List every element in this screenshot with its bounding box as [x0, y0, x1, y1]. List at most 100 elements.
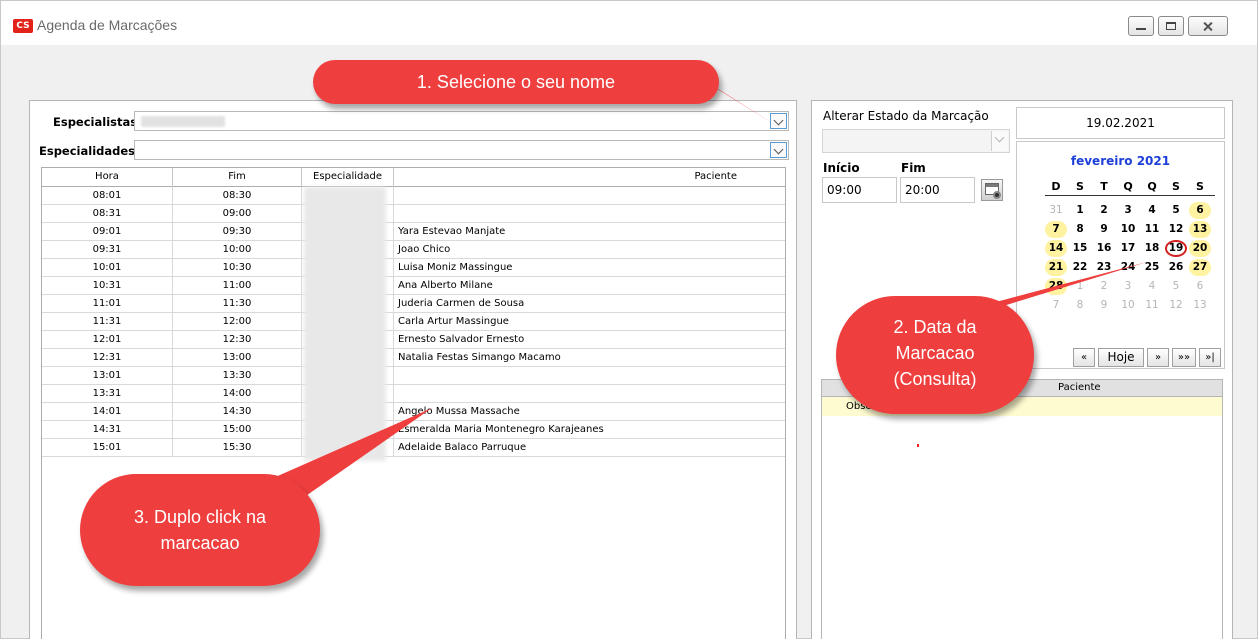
calendar-day[interactable]: 16 [1093, 240, 1115, 257]
table-row[interactable]: 13:31 14:00 [42, 385, 785, 403]
maximize-icon [1166, 22, 1176, 30]
minimize-icon [1136, 21, 1146, 30]
maximize-button[interactable] [1158, 16, 1184, 36]
calendar-today-button[interactable]: Hoje [1098, 348, 1144, 367]
calendar-next-button[interactable]: » [1147, 348, 1169, 367]
chevron-down-icon[interactable] [770, 113, 787, 129]
column-header-paciente-right[interactable]: Paciente [1058, 380, 1101, 396]
month-calendar: fevereiro 2021 DSTQQSS 31 1 2 3 4 5 6 7 8 9 10 11 12… [1016, 141, 1225, 369]
cell-hora: 12:31 [42, 349, 173, 366]
calendar-day[interactable]: 10 [1117, 297, 1139, 314]
calendar-day[interactable]: 13 [1189, 221, 1211, 238]
calendar-day[interactable]: 4 [1141, 278, 1163, 295]
minimize-button[interactable] [1128, 16, 1154, 36]
calendar-day[interactable]: 15 [1069, 240, 1091, 257]
table-row[interactable]: 09:31 10:00 Joao Chico [42, 241, 785, 259]
calendar-day[interactable]: 14 [1045, 240, 1067, 257]
calendar-day[interactable]: 25 [1141, 259, 1163, 276]
calendar-day[interactable]: 9 [1093, 297, 1115, 314]
calendar-day[interactable]: 28 [1045, 278, 1067, 295]
calendar-day[interactable]: 4 [1141, 202, 1163, 219]
calendar-day[interactable]: 24 [1117, 259, 1139, 276]
callout-2-line-2: Marcacao [895, 343, 975, 363]
calendar-settings-button[interactable] [981, 179, 1003, 201]
close-button[interactable] [1188, 16, 1228, 36]
table-row[interactable]: 13:01 13:30 [42, 367, 785, 385]
calendar-day[interactable]: 3 [1117, 278, 1139, 295]
calendar-day[interactable]: 2 [1093, 202, 1115, 219]
calendar-day[interactable]: 11 [1141, 297, 1163, 314]
especialistas-select[interactable] [134, 111, 789, 131]
calendar-day[interactable]: 13 [1189, 297, 1211, 314]
especialidades-select[interactable] [134, 140, 789, 160]
column-header-hora[interactable]: Hora [42, 168, 173, 187]
calendar-day[interactable]: 17 [1117, 240, 1139, 257]
weekday-header: Q [1147, 180, 1157, 193]
table-row[interactable]: 12:31 13:00 Natalia Festas Simango Macamo [42, 349, 785, 367]
calendar-day[interactable]: 20 [1189, 240, 1211, 257]
calendar-day[interactable]: 8 [1069, 297, 1091, 314]
calendar-last-button[interactable]: »| [1199, 348, 1221, 367]
calendar-day[interactable]: 5 [1165, 202, 1187, 219]
calendar-day[interactable]: 26 [1165, 259, 1187, 276]
cell-fim: 14:00 [173, 385, 302, 402]
calendar-day[interactable]: 21 [1045, 259, 1067, 276]
chevron-down-icon[interactable] [770, 142, 787, 158]
calendar-next-fast-button[interactable]: »» [1172, 348, 1196, 367]
cell-hora: 15:01 [42, 439, 173, 456]
calendar-day[interactable]: 6 [1189, 278, 1211, 295]
calendar-day[interactable]: 31 [1045, 202, 1067, 219]
calendar-day[interactable]: 27 [1189, 259, 1211, 276]
table-row[interactable]: 08:01 08:30 [42, 187, 785, 205]
cell-paciente [394, 367, 785, 384]
chevron-down-icon[interactable] [991, 131, 1008, 151]
table-row[interactable]: 09:01 09:30 Yara Estevao Manjate [42, 223, 785, 241]
cell-paciente: Yara Estevao Manjate [398, 226, 506, 237]
calendar-day[interactable]: 19 [1165, 240, 1187, 257]
table-row[interactable]: 14:01 14:30 Angelo Mussa Massache [42, 403, 785, 421]
calendar-prev-button[interactable]: « [1073, 348, 1095, 367]
calendar-day[interactable]: 3 [1117, 202, 1139, 219]
inicio-input[interactable]: 09:00 [822, 177, 897, 203]
calendar-day[interactable]: 7 [1045, 221, 1067, 238]
calendar-day[interactable]: 1 [1069, 278, 1091, 295]
calendar-day[interactable]: 7 [1045, 297, 1067, 314]
cell-hora: 12:01 [42, 331, 173, 348]
callout-2-line-1: 2. Data da [893, 317, 977, 337]
fim-input[interactable]: 20:00 [900, 177, 975, 203]
column-header-paciente[interactable]: Paciente [394, 168, 785, 187]
calendar-day[interactable]: 12 [1165, 221, 1187, 238]
weekday-header: S [1076, 180, 1084, 193]
cell-hora: 09:31 [42, 241, 173, 258]
table-row[interactable]: 15:01 15:30 Adelaide Balaco Parruque [42, 439, 785, 457]
table-row[interactable]: 10:01 10:30 Luisa Moniz Massingue [42, 259, 785, 277]
cell-paciente: Esmeralda Maria Montenegro Karajeanes [398, 424, 604, 435]
calendar-day[interactable]: 12 [1165, 297, 1187, 314]
calendar-day[interactable]: 11 [1141, 221, 1163, 238]
table-row[interactable]: 08:31 09:00 [42, 205, 785, 223]
calendar-day[interactable]: 5 [1165, 278, 1187, 295]
cell-hora: 10:31 [42, 277, 173, 294]
estado-select[interactable] [822, 129, 1010, 153]
calendar-day[interactable]: 18 [1141, 240, 1163, 257]
calendar-day[interactable]: 1 [1069, 202, 1091, 219]
calendar-day[interactable]: 8 [1069, 221, 1091, 238]
calendar-day[interactable]: 6 [1189, 202, 1211, 219]
fim-label: Fim [901, 161, 926, 175]
calendar-day[interactable]: 9 [1093, 221, 1115, 238]
table-row[interactable]: 12:01 12:30 Ernesto Salvador Ernesto [42, 331, 785, 349]
cell-fim: 11:30 [173, 295, 302, 312]
calendar-day[interactable]: 2 [1093, 278, 1115, 295]
table-row[interactable]: 11:01 11:30 Juderia Carmen de Sousa [42, 295, 785, 313]
table-row[interactable]: 11:31 12:00 Carla Artur Massingue [42, 313, 785, 331]
table-row[interactable]: 10:31 11:00 Ana Alberto Milane [42, 277, 785, 295]
column-header-especialidade[interactable]: Especialidade [302, 168, 394, 187]
column-header-fim[interactable]: Fim [173, 168, 302, 187]
table-row[interactable]: 14:31 15:00 Esmeralda Maria Montenegro Kar… [42, 421, 785, 439]
estado-label: Alterar Estado da Marcação [823, 109, 989, 123]
especialidades-label: Especialidades [39, 144, 136, 158]
calendar-day[interactable]: 10 [1117, 221, 1139, 238]
calendar-day[interactable]: 22 [1069, 259, 1091, 276]
calendar-day[interactable]: 23 [1093, 259, 1115, 276]
redacted-specialist-name [141, 116, 225, 127]
